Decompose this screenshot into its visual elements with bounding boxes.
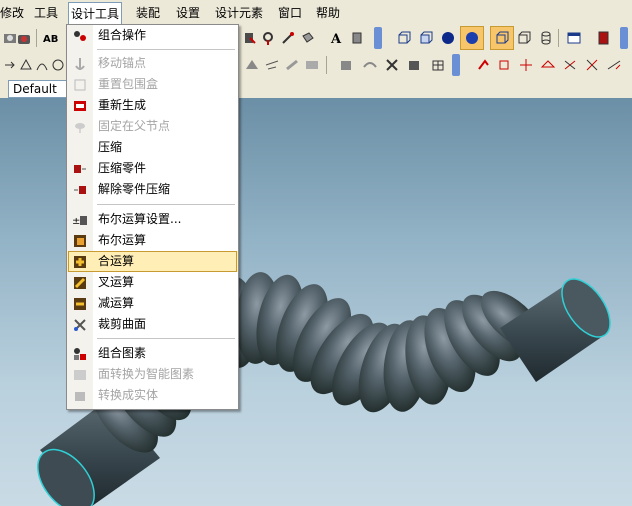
box-outline-icon[interactable]: [394, 28, 414, 48]
view-box-icon[interactable]: [490, 26, 514, 50]
wrench-icon[interactable]: [258, 28, 278, 48]
box-3d-icon[interactable]: [514, 28, 534, 48]
sketch-icon[interactable]: [262, 55, 282, 75]
menu-item-regenerate[interactable]: 重新生成: [67, 95, 238, 116]
menu-tools[interactable]: 工具: [34, 0, 58, 24]
book-icon[interactable]: [594, 28, 614, 48]
design-tools-dropdown: 组合操作 移动锚点 重置包围盒 重新生成 固定在父节点 压缩 压缩零件 解除零件…: [66, 24, 239, 410]
menu-design-elements[interactable]: 设计元素: [215, 0, 263, 24]
menu-bar: 修改 工具 设计工具 装配 设置 设计元素 窗口 帮助: [0, 0, 632, 25]
menu-item-compress[interactable]: 压缩: [67, 137, 238, 158]
menu-item-boolean[interactable]: 布尔运算: [67, 230, 238, 251]
menu-modify[interactable]: 修改: [0, 0, 24, 24]
menu-item-uncompress-part[interactable]: 解除零件压缩: [67, 179, 238, 200]
menu-item-union[interactable]: 合运算: [67, 251, 238, 272]
cross-icon[interactable]: [382, 55, 402, 75]
anchor-icon: [71, 55, 89, 72]
menu-item-face-to-smart: 面转换为智能图素: [67, 364, 238, 385]
svg-text:AB: AB: [43, 34, 58, 45]
menu-window[interactable]: 窗口: [278, 0, 302, 24]
dimension-icon[interactable]: [560, 55, 580, 75]
svg-text:A: A: [330, 32, 342, 46]
convert-solid-icon: [71, 387, 89, 404]
svg-text:±: ±: [72, 216, 80, 227]
face-to-smart-icon: [71, 366, 89, 383]
sphere-shaded-icon[interactable]: [460, 26, 484, 50]
extrude-icon[interactable]: [282, 55, 302, 75]
spiral-icon[interactable]: [48, 55, 68, 75]
boolean-settings-icon: ±: [71, 211, 89, 228]
intersect-icon: [71, 274, 89, 291]
regenerate-icon: [71, 97, 89, 114]
menu-item-subtract[interactable]: 减运算: [67, 293, 238, 314]
gear-tool-icon[interactable]: [242, 55, 262, 75]
sphere-dark-icon[interactable]: [438, 28, 458, 48]
revolve-icon[interactable]: [302, 55, 322, 75]
bounding-box-icon: [71, 76, 89, 93]
tool-b-icon[interactable]: [240, 28, 260, 48]
menu-item-pin-parent: 固定在父节点: [67, 116, 238, 137]
menu-item-group-shapes[interactable]: 组合图素: [67, 343, 238, 364]
compress-part-icon: [71, 160, 89, 177]
menu-item-trim-surface[interactable]: 裁剪曲面: [67, 314, 238, 335]
menu-design-tools[interactable]: 设计工具: [68, 2, 123, 25]
red-arrow-icon[interactable]: [474, 55, 494, 75]
axis-icon[interactable]: [516, 55, 536, 75]
boolean-icon: [71, 232, 89, 249]
combine-ops-icon: [71, 27, 89, 44]
subtract-icon: [71, 295, 89, 312]
paint-icon[interactable]: [298, 28, 318, 48]
menu-highlight-frame: [68, 251, 237, 272]
menu-item-intersect[interactable]: 叉运算: [67, 272, 238, 293]
menu-help[interactable]: 帮助: [316, 0, 340, 24]
box-edit-icon[interactable]: [404, 55, 424, 75]
menu-settings[interactable]: 设置: [176, 0, 200, 24]
menu-separator: [97, 338, 235, 339]
toolbar-chevron-2[interactable]: [620, 27, 628, 49]
menu-item-combine-ops[interactable]: 组合操作: [67, 25, 238, 46]
toolbar-chevron-3[interactable]: [452, 54, 460, 76]
group-shapes-icon: [71, 345, 89, 362]
menu-item-reset-bbox: 重置包围盒: [67, 74, 238, 95]
menu-separator: [97, 204, 235, 205]
menu-separator: [97, 49, 235, 50]
flag-icon[interactable]: [348, 28, 368, 48]
pick-icon[interactable]: [494, 55, 514, 75]
toolbar-chevron[interactable]: [374, 27, 382, 49]
chain-icon[interactable]: [360, 55, 380, 75]
right-pipe-end: [500, 278, 611, 382]
cylinder-icon[interactable]: [536, 28, 556, 48]
box-solid-icon[interactable]: [416, 28, 436, 48]
cube-icon[interactable]: [336, 55, 356, 75]
menu-item-boolean-settings[interactable]: ± 布尔运算设置...: [67, 209, 238, 230]
menu-item-compress-part[interactable]: 压缩零件: [67, 158, 238, 179]
pin-parent-icon: [71, 118, 89, 135]
trim-surface-icon: [71, 316, 89, 333]
shovel-icon[interactable]: [278, 28, 298, 48]
plane-icon[interactable]: [538, 55, 558, 75]
snap-icon[interactable]: [582, 55, 602, 75]
menu-item-move-anchor: 移动锚点: [67, 53, 238, 74]
menu-assembly[interactable]: 装配: [136, 0, 160, 24]
menu-item-convert-solid: 转换成实体: [67, 385, 238, 406]
union-icon: [71, 253, 89, 270]
text-ab-icon[interactable]: AB: [40, 28, 60, 48]
window-icon[interactable]: [564, 28, 584, 48]
measure-icon[interactable]: [604, 55, 624, 75]
box-grid-icon[interactable]: [428, 55, 448, 75]
camera-icon[interactable]: [14, 28, 34, 48]
text-a-icon[interactable]: A: [326, 28, 346, 48]
uncompress-part-icon: [71, 181, 89, 198]
